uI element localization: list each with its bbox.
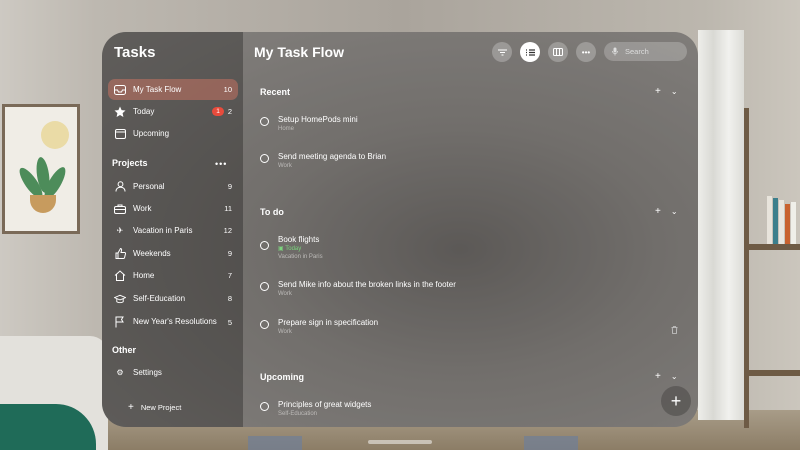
more-icon[interactable]: ••• bbox=[215, 159, 227, 169]
group-header-recent: Recent bbox=[260, 87, 291, 97]
rug bbox=[524, 436, 578, 450]
star-icon bbox=[114, 106, 126, 118]
sidebar-item-settings[interactable]: ⚙ Settings bbox=[108, 362, 238, 383]
main-panel: My Task Flow ••• Search Recent + ⌄ Setup… bbox=[243, 32, 698, 427]
rug bbox=[248, 436, 302, 450]
chevron-down-icon[interactable]: ⌄ bbox=[671, 207, 678, 216]
task-row[interactable]: Principles of great widgets Self-Educati… bbox=[260, 399, 371, 418]
wall-art bbox=[2, 104, 80, 234]
sidebar: Tasks My Task Flow 10 Today 1 2 Upcoming… bbox=[102, 32, 243, 427]
task-checkbox[interactable] bbox=[260, 320, 269, 329]
chevron-down-icon[interactable]: ⌄ bbox=[671, 87, 678, 96]
overdue-badge: 1 bbox=[212, 107, 224, 116]
app-title: Tasks bbox=[114, 44, 156, 61]
airplane-icon: ✈ bbox=[116, 226, 124, 235]
task-row[interactable]: Prepare sign in specification Work bbox=[260, 317, 378, 336]
chevron-down-icon[interactable]: ⌄ bbox=[671, 372, 678, 381]
graduation-cap-icon bbox=[114, 293, 126, 305]
sidebar-item-my-task-flow[interactable]: My Task Flow 10 bbox=[108, 79, 238, 100]
more-button[interactable]: ••• bbox=[576, 42, 596, 62]
sidebar-item-work[interactable]: Work 11 bbox=[108, 198, 238, 219]
sidebar-item-personal[interactable]: Personal 9 bbox=[108, 176, 238, 197]
due-date: ▣ Today bbox=[278, 246, 302, 252]
page-title: My Task Flow bbox=[254, 44, 344, 60]
plus-icon: + bbox=[128, 402, 134, 413]
task-checkbox[interactable] bbox=[260, 282, 269, 291]
filter-icon bbox=[497, 49, 507, 55]
group-header-upcoming: Upcoming bbox=[260, 372, 304, 382]
trash-icon[interactable] bbox=[671, 321, 678, 339]
flag-icon bbox=[114, 316, 126, 328]
house-icon bbox=[114, 270, 126, 282]
list-icon bbox=[525, 48, 535, 56]
task-checkbox[interactable] bbox=[260, 117, 269, 126]
list-view-button[interactable] bbox=[520, 42, 540, 62]
search-input[interactable]: Search bbox=[604, 42, 687, 61]
thumbs-up-icon bbox=[114, 248, 126, 260]
calendar-icon bbox=[114, 128, 126, 140]
task-row[interactable]: Setup HomePods mini Home bbox=[260, 114, 358, 133]
tray-icon bbox=[114, 84, 126, 96]
task-checkbox[interactable] bbox=[260, 402, 269, 411]
group-actions: + ⌄ bbox=[655, 86, 678, 97]
add-task-icon[interactable]: + bbox=[655, 206, 661, 217]
sidebar-item-home[interactable]: Home 7 bbox=[108, 265, 238, 286]
sidebar-item-weekends[interactable]: Weekends 9 bbox=[108, 243, 238, 264]
filter-button[interactable] bbox=[492, 42, 512, 62]
sidebar-item-upcoming[interactable]: Upcoming bbox=[108, 123, 238, 144]
group-header-to-do: To do bbox=[260, 207, 284, 217]
task-row[interactable]: Send meeting agenda to Brian Work bbox=[260, 151, 386, 170]
group-actions: + ⌄ bbox=[655, 206, 678, 217]
add-task-icon[interactable]: + bbox=[655, 86, 661, 97]
ellipsis-icon: ••• bbox=[581, 47, 591, 57]
plus-icon: + bbox=[670, 390, 682, 411]
columns-icon bbox=[553, 48, 563, 56]
sidebar-item-today[interactable]: Today 1 2 bbox=[108, 101, 238, 122]
add-task-icon[interactable]: + bbox=[655, 371, 661, 382]
bookshelf bbox=[744, 108, 800, 428]
microphone-icon bbox=[612, 47, 618, 56]
task-row[interactable]: Send Mike info about the broken links in… bbox=[260, 279, 456, 298]
new-project-button[interactable]: + New Project bbox=[128, 402, 181, 413]
person-icon bbox=[114, 181, 126, 193]
sidebar-item-vacation-in-paris[interactable]: ✈ Vacation in Paris 12 bbox=[108, 220, 238, 241]
app-window: Tasks My Task Flow 10 Today 1 2 Upcoming… bbox=[102, 32, 698, 427]
add-task-button[interactable]: + bbox=[661, 386, 691, 416]
other-header: Other bbox=[112, 345, 137, 355]
curtain bbox=[698, 30, 744, 420]
task-checkbox[interactable] bbox=[260, 154, 269, 163]
gear-icon: ⚙ bbox=[116, 368, 124, 377]
sidebar-item-self-education[interactable]: Self-Education 8 bbox=[108, 288, 238, 309]
board-view-button[interactable] bbox=[548, 42, 568, 62]
briefcase-icon bbox=[114, 203, 126, 215]
group-actions: + ⌄ bbox=[655, 371, 678, 382]
task-row[interactable]: Book flights ▣ Today Vacation in Paris bbox=[260, 234, 323, 261]
window-grabber[interactable] bbox=[368, 440, 432, 444]
task-checkbox[interactable] bbox=[260, 241, 269, 250]
sidebar-item-new-years-resolutions[interactable]: New Year's Resolutions 5 bbox=[108, 310, 238, 334]
projects-header: Projects bbox=[112, 158, 148, 168]
